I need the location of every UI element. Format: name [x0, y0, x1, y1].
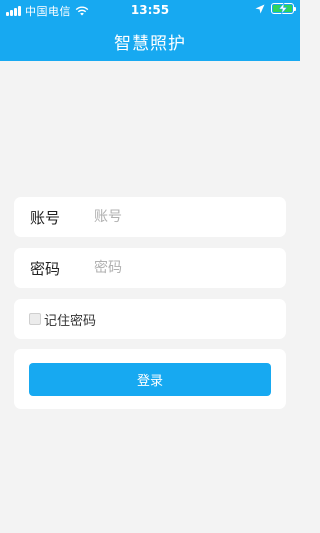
account-input[interactable] — [94, 197, 274, 237]
remember-password-checkbox[interactable] — [29, 313, 41, 325]
account-row: 账号 — [14, 197, 286, 237]
location-icon — [255, 4, 265, 13]
remember-password-row: 记住密码 — [14, 299, 286, 339]
password-input[interactable] — [94, 248, 274, 288]
app-header: 中国电信 13:55 智慧照护 — [0, 0, 300, 61]
battery-charging-icon — [271, 3, 296, 14]
login-card: 登录 — [14, 349, 286, 409]
account-label: 账号 — [30, 208, 61, 227]
password-label: 密码 — [30, 259, 61, 278]
login-button[interactable]: 登录 — [29, 363, 271, 396]
status-bar: 中国电信 13:55 — [0, 0, 300, 20]
password-row: 密码 — [14, 248, 286, 288]
remember-password-label[interactable]: 记住密码 — [44, 310, 96, 329]
status-right — [255, 3, 296, 14]
page-title: 智慧照护 — [114, 34, 186, 54]
